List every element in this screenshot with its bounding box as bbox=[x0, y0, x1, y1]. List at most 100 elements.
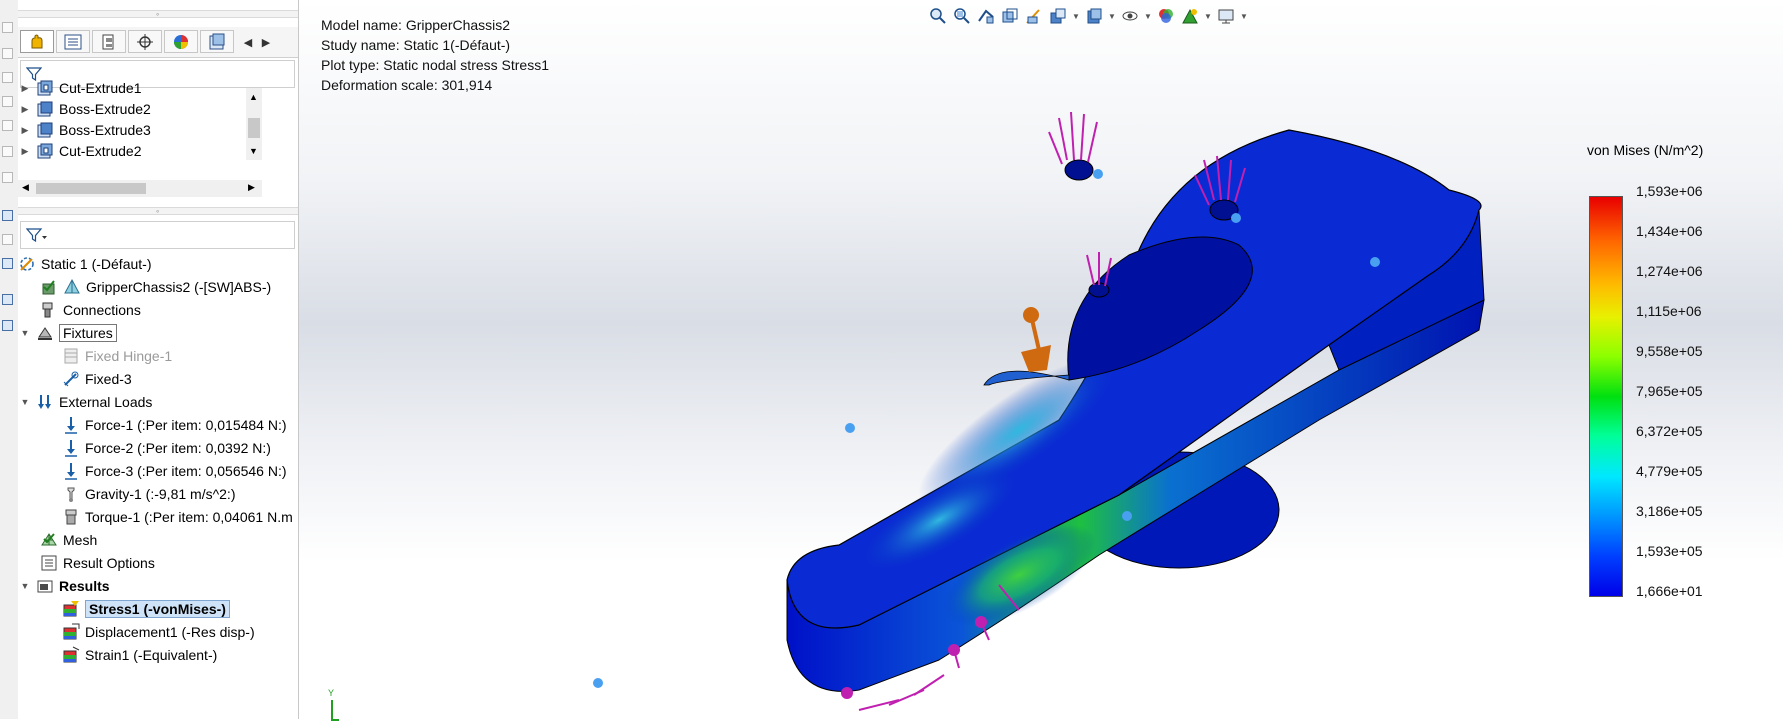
strip-copy-icon[interactable] bbox=[2, 294, 13, 305]
tree-item-study[interactable]: Static 1 (-Défaut-) bbox=[18, 253, 151, 275]
triad-axis-icon bbox=[331, 700, 339, 721]
force-arrow-icon bbox=[65, 417, 77, 434]
appearance-pie-icon bbox=[174, 34, 188, 49]
fixed-hinge-icon bbox=[64, 348, 78, 364]
collapse-arrow-icon[interactable]: ▼ bbox=[18, 581, 32, 591]
tree-item-external-loads[interactable]: ▼ External Loads bbox=[18, 391, 153, 413]
tab-featuremanager[interactable] bbox=[20, 30, 54, 53]
legend-value: 1,115e+06 bbox=[1636, 303, 1702, 319]
tab-scroll-left[interactable]: ◀ bbox=[240, 31, 256, 53]
stress-plot-icon bbox=[63, 601, 79, 617]
mesh-icon bbox=[41, 533, 57, 546]
horizontal-scrollbar[interactable]: ◀ ▶ bbox=[18, 180, 262, 197]
legend-value: 9,558e+05 bbox=[1636, 343, 1703, 359]
left-toolbar-strip bbox=[0, 0, 19, 719]
tree-item-displacement1[interactable]: Displacement1 (-Res disp-) bbox=[62, 621, 255, 643]
tab-display-manager[interactable] bbox=[164, 30, 198, 53]
triad-y-label: Y bbox=[328, 688, 335, 698]
stress-plot-model[interactable] bbox=[299, 0, 1783, 719]
cut-extrude-icon bbox=[37, 80, 53, 96]
material-check-icon bbox=[42, 280, 55, 295]
legend-colorbar bbox=[1589, 196, 1623, 597]
tree-item-cut-extrude2[interactable]: ▶ Cut-Extrude2 bbox=[18, 140, 142, 162]
expand-arrow-icon[interactable]: ▶ bbox=[18, 146, 32, 157]
gravity-icon bbox=[67, 487, 75, 502]
legend-value: 1,434e+06 bbox=[1636, 223, 1703, 239]
strip-document-icon[interactable] bbox=[2, 22, 13, 33]
strip-tool-icon[interactable] bbox=[2, 234, 13, 245]
tree-item-gravity[interactable]: Gravity-1 (:-9,81 m/s^2:) bbox=[62, 483, 236, 505]
part-icon bbox=[64, 278, 80, 294]
legend-value: 1,666e+01 bbox=[1636, 583, 1703, 599]
result-options-icon bbox=[41, 555, 57, 571]
legend-value: 1,593e+06 bbox=[1636, 183, 1703, 199]
tree-item-fixed-hinge[interactable]: Fixed Hinge-1 bbox=[62, 345, 172, 367]
tab-simulation-study[interactable] bbox=[200, 30, 234, 53]
panel-splitter[interactable]: ◦ bbox=[18, 9, 298, 19]
tree-item-strain1[interactable]: Strain1 (-Equivalent-) bbox=[62, 644, 217, 666]
scroll-up-icon: ▲ bbox=[249, 92, 258, 102]
force-arrow-icon bbox=[65, 440, 77, 457]
strip-document-icon[interactable] bbox=[2, 146, 13, 157]
scroll-right-icon: ▶ bbox=[248, 182, 255, 192]
legend-value: 6,372e+05 bbox=[1636, 423, 1703, 439]
tree-item-boss-extrude2[interactable]: ▶ Boss-Extrude2 bbox=[18, 98, 151, 120]
study-filter-box[interactable] bbox=[20, 221, 295, 249]
boss-extrude-icon bbox=[37, 122, 53, 138]
legend-value: 4,779e+05 bbox=[1636, 463, 1703, 479]
strain-plot-icon bbox=[63, 646, 80, 663]
light-marker bbox=[1093, 169, 1103, 179]
results-folder-icon bbox=[37, 580, 53, 593]
strip-document-icon[interactable] bbox=[2, 48, 13, 59]
configuration-icon bbox=[102, 34, 114, 49]
fixtures-icon bbox=[38, 327, 52, 340]
tree-item-boss-extrude3[interactable]: ▶ Boss-Extrude3 bbox=[18, 119, 151, 141]
tree-item-fixtures[interactable]: ▼ Fixtures bbox=[18, 322, 117, 344]
tab-propertymanager[interactable] bbox=[56, 30, 90, 53]
connections-icon bbox=[42, 302, 53, 318]
graphics-viewport[interactable]: Model name: GripperChassis2 Study name: … bbox=[299, 0, 1783, 721]
filter-dropdown-icon bbox=[26, 228, 47, 243]
cut-extrude-icon bbox=[37, 143, 53, 159]
feature-manager-panel: ◦ ◀ ▶ ▶ Cut-Extrude1 ▶ Boss-Extrude2 ▶ B… bbox=[18, 0, 308, 719]
tree-item-result-options[interactable]: Result Options bbox=[40, 552, 155, 574]
light-marker bbox=[593, 678, 603, 688]
collapse-arrow-icon[interactable]: ▼ bbox=[18, 397, 32, 407]
tree-item-force2[interactable]: Force-2 (:Per item: 0,0392 N:) bbox=[62, 437, 271, 459]
tree-item-part[interactable]: GripperChassis2 (-[SW]ABS-) bbox=[40, 276, 271, 298]
tree-item-force3[interactable]: Force-3 (:Per item: 0,056546 N:) bbox=[62, 460, 287, 482]
strip-document-icon[interactable] bbox=[2, 120, 13, 131]
tree-item-torque[interactable]: Torque-1 (:Per item: 0,04061 N.m bbox=[62, 506, 293, 528]
fixed-geometry-icon bbox=[63, 371, 79, 387]
legend-value: 7,965e+05 bbox=[1636, 383, 1703, 399]
force-arrow-icon bbox=[65, 463, 77, 480]
tree-item-mesh[interactable]: Mesh bbox=[40, 529, 97, 551]
tree-item-fixed3[interactable]: Fixed-3 bbox=[62, 368, 132, 390]
strip-pointer-icon[interactable] bbox=[2, 210, 13, 221]
tab-scroll-right[interactable]: ▶ bbox=[258, 31, 274, 53]
expand-arrow-icon[interactable]: ▶ bbox=[18, 83, 32, 94]
strip-copy-icon[interactable] bbox=[2, 320, 13, 331]
tab-dimxpert[interactable] bbox=[128, 30, 162, 53]
tree-item-cut-extrude1[interactable]: ▶ Cut-Extrude1 bbox=[18, 77, 142, 99]
tree-item-connections[interactable]: Connections bbox=[40, 299, 141, 321]
tab-configurationmanager[interactable] bbox=[92, 30, 126, 53]
legend-value: 1,274e+06 bbox=[1636, 263, 1703, 279]
collapse-arrow-icon[interactable]: ▼ bbox=[18, 328, 32, 338]
strip-monitor-icon[interactable] bbox=[2, 258, 13, 269]
vertical-scrollbar[interactable]: ▲ ▼ bbox=[246, 88, 262, 160]
strip-document-icon[interactable] bbox=[2, 172, 13, 183]
expand-arrow-icon[interactable]: ▶ bbox=[18, 104, 32, 115]
legend-title: von Mises (N/m^2) bbox=[1587, 142, 1704, 158]
tree-item-force1[interactable]: Force-1 (:Per item: 0,015484 N:) bbox=[62, 414, 287, 436]
panel-splitter[interactable]: ◦ bbox=[18, 206, 298, 216]
tree-item-results[interactable]: ▼ Results bbox=[18, 575, 110, 597]
tree-item-stress1[interactable]: Stress1 (-vonMises-) bbox=[62, 598, 230, 620]
strip-document-icon[interactable] bbox=[2, 96, 13, 107]
strip-document-icon[interactable] bbox=[2, 72, 13, 83]
legend-value: 3,186e+05 bbox=[1636, 503, 1703, 519]
light-marker bbox=[1231, 213, 1241, 223]
expand-arrow-icon[interactable]: ▶ bbox=[18, 125, 32, 136]
property-list-icon bbox=[64, 34, 82, 49]
torque-icon bbox=[65, 509, 77, 525]
